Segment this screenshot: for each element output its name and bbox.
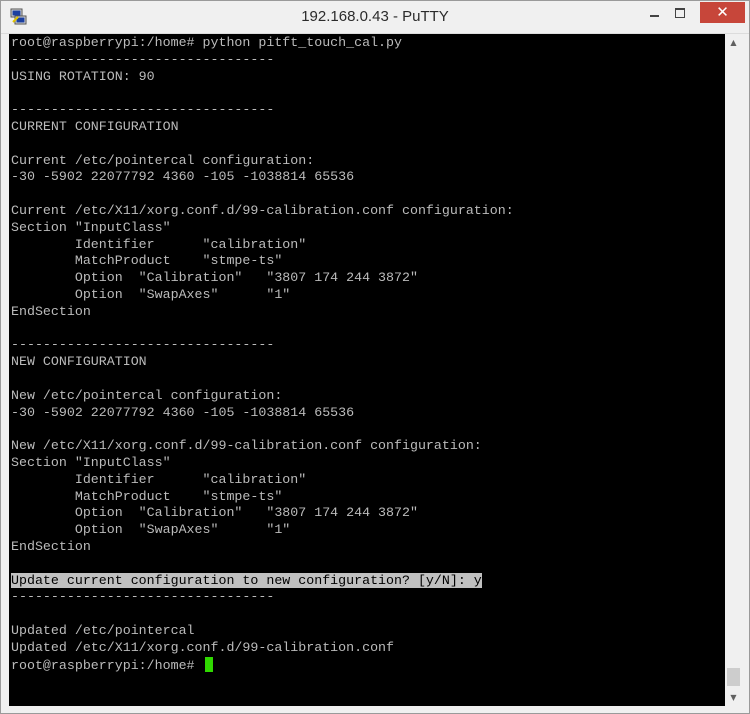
terminal-line: CURRENT CONFIGURATION bbox=[11, 119, 179, 135]
terminal-line-text: MatchProduct "stmpe-ts" bbox=[11, 253, 283, 269]
terminal-line-text: --------------------------------- bbox=[11, 51, 275, 67]
terminal-line: root@raspberrypi:/home# python pitft_tou… bbox=[11, 35, 402, 51]
title-bar[interactable]: 192.168.0.43 - PuTTY ✕ bbox=[1, 1, 749, 33]
text-cursor bbox=[204, 656, 213, 672]
terminal-line: Updated /etc/X11/xorg.conf.d/99-calibrat… bbox=[11, 640, 394, 656]
terminal-line: MatchProduct "stmpe-ts" bbox=[11, 489, 282, 505]
terminal-line: New /etc/pointercal configuration: bbox=[11, 388, 282, 404]
close-icon: ✕ bbox=[716, 3, 729, 21]
selected-prompt-text: Update current configuration to new conf… bbox=[11, 572, 482, 588]
terminal-line-text: -30 -5902 22077792 4360 -105 -1038814 65… bbox=[11, 404, 355, 420]
terminal-line: EndSection bbox=[11, 539, 91, 555]
maximize-button[interactable] bbox=[667, 2, 693, 23]
terminal-line: EndSection bbox=[11, 304, 91, 320]
terminal-line-text: --------------------------------- bbox=[11, 337, 275, 353]
terminal-line-text: Updated /etc/pointercal bbox=[11, 623, 195, 638]
terminal-line: Section "InputClass" bbox=[11, 220, 171, 236]
terminal-line-text: EndSection bbox=[11, 539, 91, 554]
terminal-line-text: New /etc/X11/xorg.conf.d/99-calibration.… bbox=[11, 438, 482, 454]
terminal-line-text: Current /etc/pointercal configuration: bbox=[11, 152, 315, 168]
terminal-line-text: Option "SwapAxes" "1" bbox=[11, 522, 291, 538]
terminal-line-text: Updated /etc/X11/xorg.conf.d/99-calibrat… bbox=[11, 639, 395, 655]
minimize-icon bbox=[649, 14, 659, 17]
terminal-line-text: --------------------------------- bbox=[11, 589, 275, 605]
terminal-line: Identifier "calibration" bbox=[11, 472, 306, 488]
terminal-line: root@raspberrypi:/home# bbox=[11, 656, 213, 673]
terminal-line: Option "Calibration" "3807 174 244 3872" bbox=[11, 270, 418, 286]
vertical-scrollbar[interactable]: ▲ ▼ bbox=[725, 34, 742, 706]
terminal-line: MatchProduct "stmpe-ts" bbox=[11, 253, 282, 269]
terminal-line-text: root@raspberrypi:/home# python pitft_tou… bbox=[11, 35, 402, 50]
terminal-line: Option "Calibration" "3807 174 244 3872" bbox=[11, 505, 418, 521]
terminal-line: Section "InputClass" bbox=[11, 455, 171, 471]
scrollbar-thumb[interactable] bbox=[727, 668, 740, 686]
terminal-line-text: root@raspberrypi:/home# bbox=[11, 657, 203, 673]
close-button[interactable]: ✕ bbox=[700, 2, 745, 23]
window-title: 192.168.0.43 - PuTTY bbox=[301, 8, 449, 25]
terminal-line-text: Section "InputClass" bbox=[11, 455, 171, 470]
terminal-line: New /etc/X11/xorg.conf.d/99-calibration.… bbox=[11, 438, 482, 454]
terminal-line-text: USING ROTATION: 90 bbox=[11, 68, 155, 84]
terminal-line: -30 -5902 22077792 4360 -105 -1038814 65… bbox=[11, 169, 354, 185]
scroll-down-arrow-icon[interactable]: ▼ bbox=[725, 689, 742, 706]
terminal-line-text: Option "Calibration" "3807 174 244 3872" bbox=[11, 505, 418, 521]
terminal-line-text: --------------------------------- bbox=[11, 102, 275, 118]
window-frame-left bbox=[1, 34, 9, 706]
window-frame-right bbox=[742, 34, 749, 713]
terminal-line: USING ROTATION: 90 bbox=[11, 69, 155, 85]
minimize-button[interactable] bbox=[641, 2, 667, 23]
terminal-line-text: New /etc/pointercal configuration: bbox=[11, 387, 283, 403]
terminal-line: Current /etc/X11/xorg.conf.d/99-calibrat… bbox=[11, 203, 514, 219]
terminal-line: Current /etc/pointercal configuration: bbox=[11, 153, 314, 169]
terminal-line: Option "SwapAxes" "1" bbox=[11, 522, 290, 538]
terminal-line: Option "SwapAxes" "1" bbox=[11, 287, 290, 303]
terminal-line: Identifier "calibration" bbox=[11, 237, 306, 253]
terminal-line-text: Section "InputClass" bbox=[11, 219, 171, 235]
terminal-line-text: NEW CONFIGURATION bbox=[11, 354, 147, 370]
terminal-line-text: Identifier "calibration" bbox=[11, 236, 307, 252]
putty-window: 192.168.0.43 - PuTTY ✕ root@raspberrypi:… bbox=[0, 0, 750, 714]
terminal-line: Update current configuration to new conf… bbox=[11, 572, 482, 589]
terminal-line-text: CURRENT CONFIGURATION bbox=[11, 119, 179, 134]
maximize-icon bbox=[675, 7, 685, 18]
terminal-line: --------------------------------- bbox=[11, 102, 274, 118]
window-frame-bottom bbox=[1, 706, 749, 713]
terminal-line-text: Current /etc/X11/xorg.conf.d/99-calibrat… bbox=[11, 203, 514, 218]
terminal-line-text: EndSection bbox=[11, 303, 91, 319]
terminal-line: -30 -5902 22077792 4360 -105 -1038814 65… bbox=[11, 405, 354, 421]
terminal-line: --------------------------------- bbox=[11, 52, 274, 68]
terminal-line-text: Option "SwapAxes" "1" bbox=[11, 287, 291, 302]
scroll-up-arrow-icon[interactable]: ▲ bbox=[725, 34, 742, 51]
terminal-line-text: Identifier "calibration" bbox=[11, 471, 307, 487]
terminal-line-text: Option "Calibration" "3807 174 244 3872" bbox=[11, 270, 418, 286]
terminal-output[interactable]: root@raspberrypi:/home# python pitft_tou… bbox=[9, 34, 725, 706]
terminal-line: Updated /etc/pointercal bbox=[11, 623, 195, 639]
terminal-line: --------------------------------- bbox=[11, 589, 274, 605]
terminal-line: NEW CONFIGURATION bbox=[11, 354, 147, 370]
terminal-line: --------------------------------- bbox=[11, 337, 274, 353]
terminal-line-text: -30 -5902 22077792 4360 -105 -1038814 65… bbox=[11, 169, 355, 185]
terminal-line-text: MatchProduct "stmpe-ts" bbox=[11, 488, 283, 504]
